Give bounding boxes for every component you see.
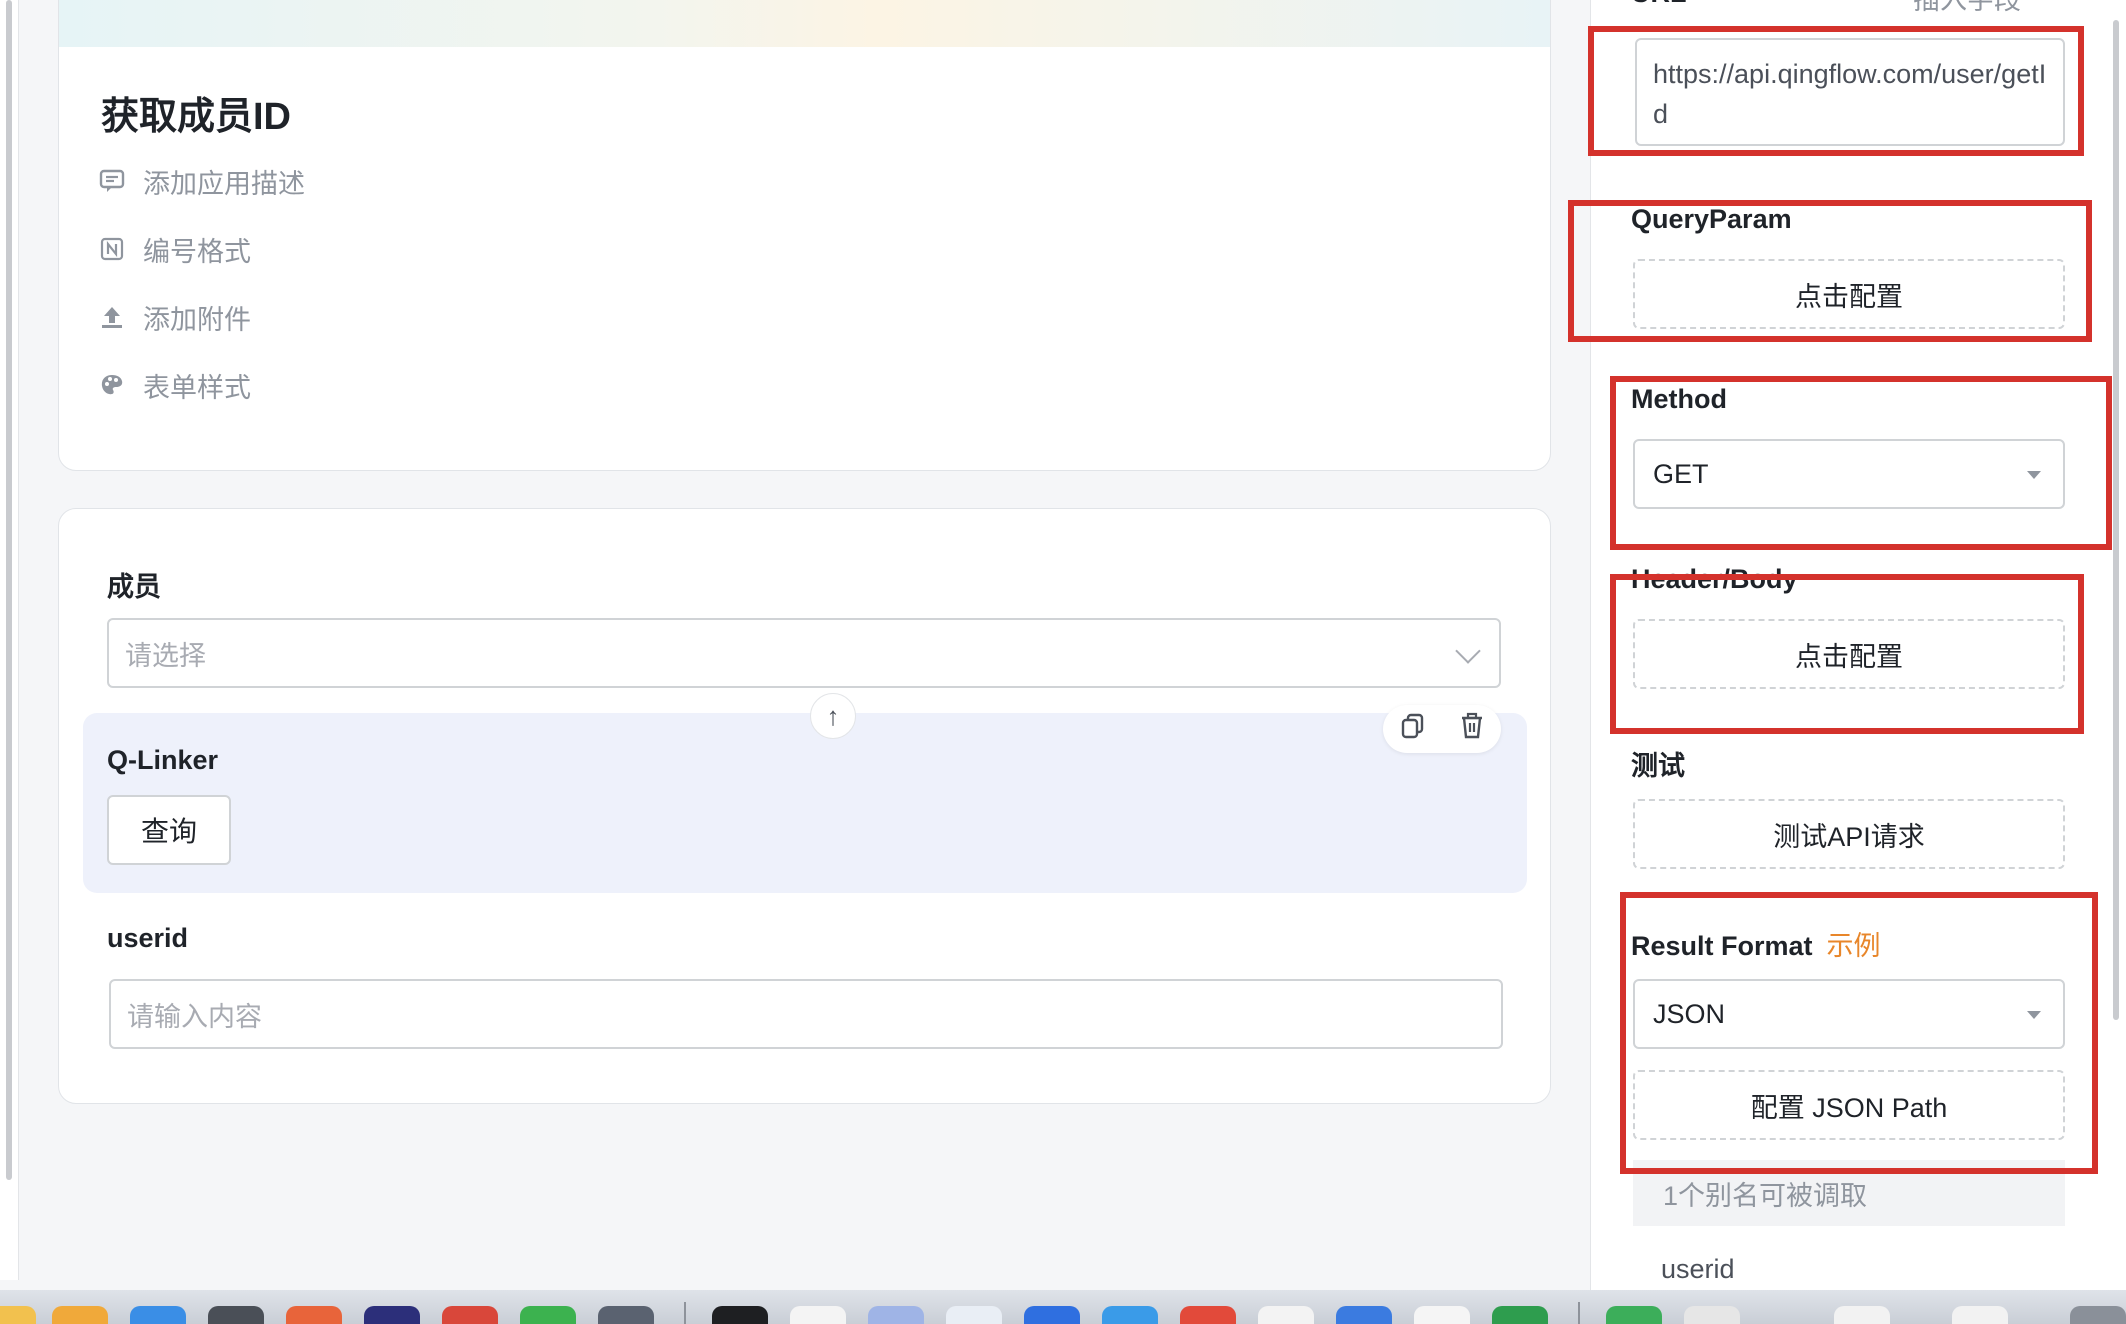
left-scrollbar[interactable]: [6, 0, 12, 1180]
userid-field-label: userid: [107, 923, 189, 953]
add-description-option[interactable]: 添加应用描述: [99, 163, 305, 199]
dock-app-icon[interactable]: [1492, 1306, 1548, 1324]
dock-separator: [1578, 1302, 1580, 1324]
option-label: 表单样式: [143, 372, 251, 403]
trash-icon[interactable]: [1459, 712, 1485, 747]
palette-icon: [99, 372, 125, 398]
dock-app-icon[interactable]: [0, 1306, 36, 1324]
method-label: Method: [1631, 384, 1727, 414]
url-label: URL: [1631, 0, 1687, 9]
move-up-icon[interactable]: ↑: [810, 693, 856, 739]
add-attachment-option[interactable]: 添加附件: [99, 299, 251, 335]
caret-down-icon: [2027, 1011, 2041, 1019]
dock-app-icon[interactable]: [790, 1306, 846, 1324]
dock-app-icon[interactable]: [2070, 1306, 2126, 1324]
app-window: 获取成员ID 添加应用描述 编号格式 添加附件 表单样式 成员 请选择 ↑ Q-…: [0, 0, 2126, 1324]
left-sidebar-strip: [0, 0, 19, 1280]
dock-separator: [684, 1302, 686, 1324]
chevron-down-icon: [1455, 638, 1481, 664]
dock-app-icon[interactable]: [1834, 1306, 1890, 1324]
dock-app-icon[interactable]: [1606, 1306, 1662, 1324]
header-banner: [59, 0, 1550, 47]
header-body-config-button[interactable]: 点击配置: [1633, 619, 2065, 689]
member-select[interactable]: 请选择: [107, 618, 1501, 688]
form-header-card: 获取成员ID 添加应用描述 编号格式 添加附件 表单样式: [58, 0, 1551, 471]
result-format-value: JSON: [1653, 998, 1726, 1029]
alias-list-header: 1个别名可被调取: [1633, 1160, 2065, 1226]
qlinker-field-block[interactable]: ↑ Q-Linker 查询: [83, 693, 1527, 893]
dock-app-icon[interactable]: [286, 1306, 342, 1324]
dock-app-icon[interactable]: [130, 1306, 186, 1324]
dock-app-icon[interactable]: [1952, 1306, 2008, 1324]
dock-app-icon[interactable]: [1258, 1306, 1314, 1324]
dock-app-icon[interactable]: [442, 1306, 498, 1324]
member-select-placeholder: 请选择: [125, 640, 206, 671]
dock-app-icon[interactable]: [520, 1306, 576, 1324]
form-title[interactable]: 获取成员ID: [101, 85, 291, 140]
dock-app-icon[interactable]: [1102, 1306, 1158, 1324]
query-button[interactable]: 查询: [107, 795, 231, 865]
form-fields-card: 成员 请选择 ↑ Q-Linker 查询 userid 请输入内容: [58, 508, 1551, 1104]
method-select[interactable]: GET: [1633, 439, 2065, 509]
result-format-label-text: Result Format: [1631, 931, 1813, 961]
option-label: 添加附件: [143, 304, 251, 335]
example-link[interactable]: 示例: [1827, 931, 1881, 961]
dock-app-icon[interactable]: [364, 1306, 420, 1324]
userid-input[interactable]: 请输入内容: [109, 979, 1503, 1049]
member-field-label: 成员: [107, 572, 161, 602]
caret-down-icon: [2027, 471, 2041, 479]
api-config-panel: URL 插入字段 https://api.qingflow.com/user/g…: [1590, 0, 2126, 1290]
test-api-button[interactable]: 测试API请求: [1633, 799, 2065, 869]
form-style-option[interactable]: 表单样式: [99, 367, 251, 403]
test-label: 测试: [1631, 751, 1685, 781]
numbering-format-option[interactable]: 编号格式: [99, 231, 251, 267]
dock-app-icon[interactable]: [1684, 1306, 1740, 1324]
dock-app-icon[interactable]: [1414, 1306, 1470, 1324]
dock-app-icon[interactable]: [52, 1306, 108, 1324]
option-label: 编号格式: [143, 236, 251, 267]
dock-app-icon[interactable]: [946, 1306, 1002, 1324]
dock-app-icon[interactable]: [208, 1306, 264, 1324]
dock-app-icon[interactable]: [868, 1306, 924, 1324]
copy-icon[interactable]: [1400, 712, 1426, 747]
query-param-config-button[interactable]: 点击配置: [1633, 259, 2065, 329]
url-textarea[interactable]: https://api.qingflow.com/user/getId: [1635, 38, 2065, 146]
insert-field-link[interactable]: 插入字段: [1913, 0, 2021, 17]
alias-item: userid: [1661, 1254, 1735, 1284]
result-format-select[interactable]: JSON: [1633, 979, 2065, 1049]
dock-app-icon[interactable]: [1024, 1306, 1080, 1324]
dock-app-icon[interactable]: [712, 1306, 768, 1324]
userid-input-placeholder: 请输入内容: [127, 1001, 262, 1032]
json-path-config-button[interactable]: 配置 JSON Path: [1633, 1070, 2065, 1140]
right-scrollbar[interactable]: [2113, 20, 2119, 1020]
dock-app-icon[interactable]: [1336, 1306, 1392, 1324]
header-body-label: Header/Body: [1631, 564, 1798, 594]
qlinker-field-label: Q-Linker: [107, 745, 219, 775]
dock-app-icon[interactable]: [1180, 1306, 1236, 1324]
numbering-icon: [99, 236, 125, 262]
field-actions: [1383, 705, 1501, 753]
comment-icon: [99, 168, 125, 194]
method-value: GET: [1653, 458, 1709, 489]
query-param-label: QueryParam: [1631, 204, 1792, 234]
upload-icon: [99, 304, 125, 330]
option-label: 添加应用描述: [143, 168, 305, 199]
result-format-label: Result Format 示例: [1631, 924, 1881, 963]
dock-app-icon[interactable]: [598, 1306, 654, 1324]
